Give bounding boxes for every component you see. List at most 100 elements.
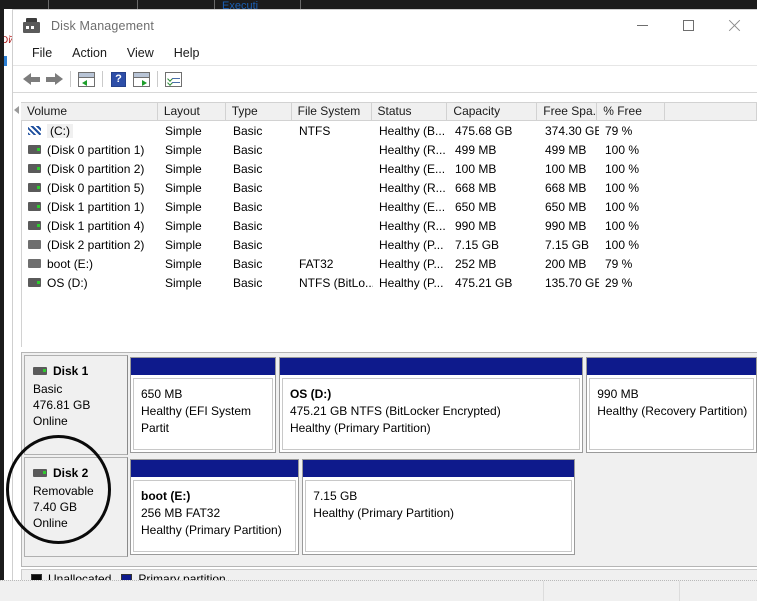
menu-item-view[interactable]: View [117, 44, 164, 63]
volume-list: VolumeLayoutTypeFile SystemStatusCapacit… [21, 102, 757, 347]
partition-size: 650 MB [141, 386, 272, 403]
cell-status: Healthy (E... [373, 162, 449, 176]
partition-name: boot (E:) [141, 488, 295, 505]
cell-free-space: 374.30 GB [539, 124, 599, 138]
column-header-free[interactable]: % Free [597, 103, 665, 120]
partition-details: 650 MBHealthy (EFI System Partit [133, 378, 273, 450]
cell-free-space: 100 MB [539, 162, 599, 176]
cell-capacity: 7.15 GB [449, 238, 539, 252]
cell-layout: Simple [159, 257, 227, 271]
cell-file-system: FAT32 [293, 257, 373, 271]
menu-item-help[interactable]: Help [164, 44, 210, 63]
cell-type: Basic [227, 276, 293, 290]
close-button[interactable] [712, 10, 757, 40]
partition-size: 7.15 GB [313, 488, 571, 505]
partition-block[interactable]: boot (E:)256 MB FAT32Healthy (Primary Pa… [130, 459, 299, 555]
column-header-status[interactable]: Status [372, 103, 448, 120]
cell-layout: Simple [159, 276, 227, 290]
disk-graphical-view: Disk 1Basic476.81 GBOnline650 MBHealthy … [21, 352, 757, 567]
disk-info-panel[interactable]: Disk 2Removable7.40 GBOnline [24, 457, 128, 557]
partition-details: OS (D:)475.21 GB NTFS (BitLocker Encrypt… [282, 378, 580, 450]
table-row[interactable]: (Disk 2 partition 2)SimpleBasicHealthy (… [22, 235, 757, 254]
partition-color-bar [280, 358, 582, 376]
collapse-arrow-icon[interactable] [14, 106, 19, 114]
partition-block[interactable]: 7.15 GBHealthy (Primary Partition) [302, 459, 575, 555]
help-icon[interactable]: ? [107, 68, 130, 90]
column-header-volume[interactable]: Volume [21, 103, 158, 120]
partition-details: boot (E:)256 MB FAT32Healthy (Primary Pa… [133, 480, 296, 552]
cell-layout: Simple [159, 238, 227, 252]
cell-volume: (Disk 2 partition 2) [22, 238, 159, 252]
cell-type: Basic [227, 181, 293, 195]
partition-block[interactable]: 650 MBHealthy (EFI System Partit [130, 357, 276, 453]
partition-block[interactable]: 990 MBHealthy (Recovery Partition) [586, 357, 757, 453]
cell-status: Healthy (P... [373, 257, 449, 271]
column-header-layout[interactable]: Layout [158, 103, 226, 120]
table-row[interactable]: (C:)SimpleBasicNTFSHealthy (B...475.68 G… [22, 121, 757, 140]
table-row[interactable]: boot (E:)SimpleBasicFAT32Healthy (P...25… [22, 254, 757, 273]
disk-name: Disk 2 [53, 465, 88, 481]
cell-volume: (Disk 1 partition 4) [22, 219, 159, 233]
cell-percent-free: 79 % [599, 257, 667, 271]
cell-volume: (Disk 0 partition 2) [22, 162, 159, 176]
column-header-blank[interactable] [665, 103, 756, 120]
cell-volume: (C:) [22, 124, 159, 138]
column-header-capacity[interactable]: Capacity [447, 103, 537, 120]
column-header-free-spa[interactable]: Free Spa... [537, 103, 597, 120]
table-row[interactable]: (Disk 0 partition 5)SimpleBasicHealthy (… [22, 178, 757, 197]
cell-free-space: 650 MB [539, 200, 599, 214]
cell-volume-label: boot (E:) [47, 257, 93, 271]
list-left-rail [13, 102, 21, 347]
menu-item-action[interactable]: Action [62, 44, 117, 63]
disk-row-disk-2: Disk 2Removable7.40 GBOnlineboot (E:)256… [24, 457, 757, 557]
cell-volume-label: (Disk 0 partition 5) [47, 181, 144, 195]
column-header-type[interactable]: Type [226, 103, 292, 120]
cell-status: Healthy (P... [373, 276, 449, 290]
partition-block[interactable]: OS (D:)475.21 GB NTFS (BitLocker Encrypt… [279, 357, 583, 453]
partition-status: Healthy (Recovery Partition) [597, 403, 753, 420]
partition-size: 475.21 GB NTFS (BitLocker Encrypted) [290, 403, 579, 420]
disk-icon [33, 469, 47, 477]
menu-item-file[interactable]: File [22, 44, 62, 63]
disk-management-window: Disk Management File Action View Help ? [12, 9, 757, 600]
disk-icon [33, 367, 47, 375]
back-arrow-icon[interactable] [20, 68, 43, 90]
table-row[interactable]: (Disk 0 partition 2)SimpleBasicHealthy (… [22, 159, 757, 178]
disk-kind: Basic [33, 381, 127, 397]
disk-row-disk-1: Disk 1Basic476.81 GBOnline650 MBHealthy … [24, 355, 757, 455]
table-row[interactable]: (Disk 1 partition 4)SimpleBasicHealthy (… [22, 216, 757, 235]
forward-arrow-icon[interactable] [43, 68, 66, 90]
cell-volume-label: (C:) [47, 124, 73, 138]
disk-state: Online [33, 515, 127, 531]
cell-free-space: 135.70 GB [539, 276, 599, 290]
minimize-button[interactable] [620, 10, 665, 40]
maximize-icon [683, 20, 694, 31]
toolbar-separator [157, 71, 158, 87]
show-hide-action-pane-icon[interactable] [130, 68, 153, 90]
cell-free-space: 499 MB [539, 143, 599, 157]
properties-icon[interactable] [162, 68, 185, 90]
cell-file-system: NTFS [293, 124, 373, 138]
disk-state: Online [33, 413, 127, 429]
cell-volume-label: OS (D:) [47, 276, 88, 290]
maximize-button[interactable] [666, 10, 711, 40]
cell-percent-free: 100 % [599, 200, 667, 214]
disk-kind: Removable [33, 483, 127, 499]
table-row[interactable]: (Disk 1 partition 1)SimpleBasicHealthy (… [22, 197, 757, 216]
cell-percent-free: 100 % [599, 238, 667, 252]
cell-status: Healthy (B... [373, 124, 449, 138]
show-hide-console-tree-icon[interactable] [75, 68, 98, 90]
column-header-file-system[interactable]: File System [292, 103, 372, 120]
cell-capacity: 668 MB [449, 181, 539, 195]
partition-status: Healthy (Primary Partition) [141, 522, 295, 539]
cell-free-space: 668 MB [539, 181, 599, 195]
cell-layout: Simple [159, 200, 227, 214]
toolbar: ? [13, 66, 757, 93]
cell-free-space: 200 MB [539, 257, 599, 271]
cell-volume: (Disk 1 partition 1) [22, 200, 159, 214]
disk-info-panel[interactable]: Disk 1Basic476.81 GBOnline [24, 355, 128, 455]
table-row[interactable]: OS (D:)SimpleBasicNTFS (BitLo...Healthy … [22, 273, 757, 292]
volume-icon [28, 202, 41, 211]
background-tick [214, 0, 215, 9]
table-row[interactable]: (Disk 0 partition 1)SimpleBasicHealthy (… [22, 140, 757, 159]
